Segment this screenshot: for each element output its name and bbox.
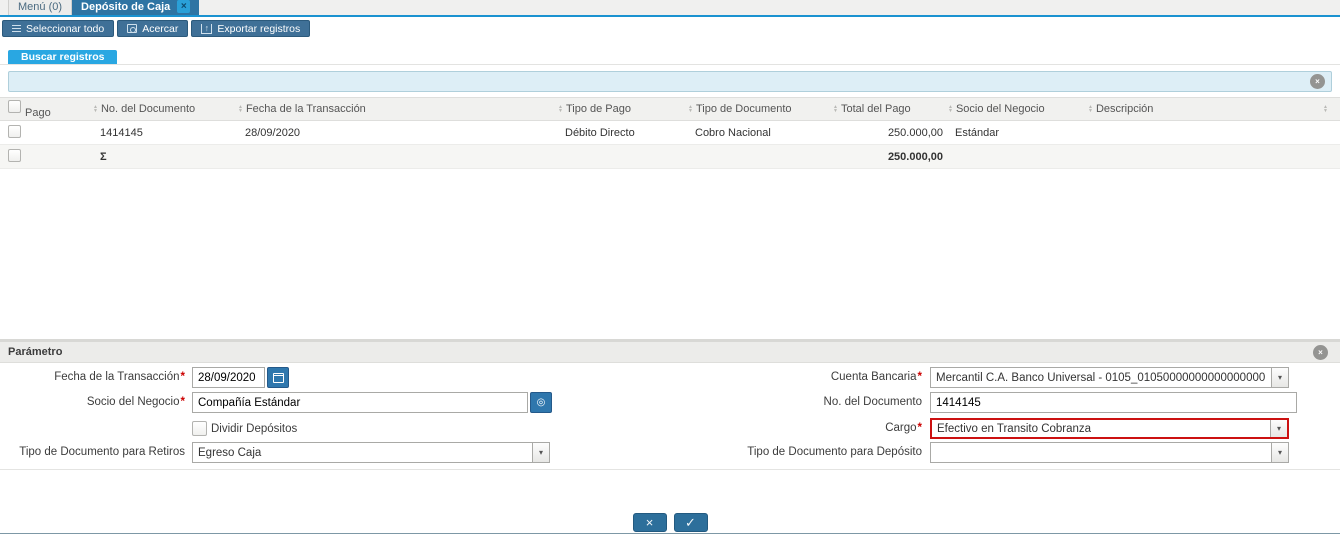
- withdrawal-doc-type-combo[interactable]: Egreso Caja ▾: [192, 442, 550, 463]
- record-icon: ◎: [536, 396, 546, 408]
- summary-sigma: Σ: [100, 150, 107, 163]
- column-pago-label: Pago: [25, 107, 51, 119]
- parameter-title: Parámetro: [8, 346, 63, 358]
- export-icon: ↑: [201, 23, 213, 34]
- results-grid: Pago ▲ ▼ No. del Documento ▲ ▼ Fecha de la…: [0, 97, 1340, 169]
- column-description: ▲ ▼ Descripción: [1088, 103, 1154, 115]
- export-records-button[interactable]: ↑ Exportar registros: [191, 20, 311, 37]
- sort-icon[interactable]: ▲ ▼: [238, 105, 243, 114]
- column-partner: ▲ ▼ Socio del Negocio: [948, 103, 1045, 115]
- summary-row: Σ 250.000,00: [0, 145, 1340, 169]
- toolbar: Seleccionar todo Acercar ↑ Exportar regi…: [2, 20, 311, 37]
- cell-total: 250.000,00: [887, 126, 943, 139]
- partner-label: Socio del Negocio*: [86, 396, 185, 408]
- doc-no-input[interactable]: [930, 392, 1297, 413]
- tab-menu[interactable]: Menú (0): [8, 0, 73, 15]
- select-all-label: Seleccionar todo: [26, 22, 105, 35]
- summary-total: 250.000,00: [887, 150, 943, 163]
- ok-button[interactable]: ✓: [673, 513, 708, 532]
- export-label: Exportar registros: [217, 22, 301, 35]
- charge-combo[interactable]: Efectivo en Transito Cobranza ▾: [930, 418, 1289, 439]
- sort-icon[interactable]: ▲ ▼: [93, 105, 98, 114]
- bank-account-label: Cuenta Bancaria*: [830, 371, 922, 383]
- bank-account-value: Mercantil C.A. Banco Universal - 0105_01…: [936, 371, 1266, 384]
- dropdown-arrow-icon[interactable]: ▾: [532, 443, 549, 462]
- dropdown-arrow-icon[interactable]: ▾: [1271, 443, 1288, 462]
- sort-icon[interactable]: ▲ ▼: [948, 105, 953, 114]
- ok-check-icon: ✓: [685, 515, 696, 530]
- collapse-panel-icon[interactable]: ×: [1313, 345, 1328, 360]
- search-box: ×: [8, 71, 1332, 92]
- calendar-icon: [272, 372, 284, 383]
- grid-header-row: Pago ▲ ▼ No. del Documento ▲ ▼ Fecha de la…: [0, 97, 1340, 121]
- parameter-panel-header: Parámetro ×: [0, 342, 1340, 363]
- sort-icon[interactable]: ▲ ▼: [558, 105, 563, 114]
- column-doc-type: ▲ ▼ Tipo de Documento: [688, 103, 792, 115]
- withdrawal-doc-type-value: Egreso Caja: [198, 446, 262, 459]
- cell-doc-no: 1414145: [100, 126, 143, 139]
- trx-date-input[interactable]: [192, 367, 265, 388]
- row-checkbox[interactable]: [8, 124, 21, 138]
- column-payment-type: ▲ ▼ Tipo de Pago: [558, 103, 631, 115]
- column-doc-no: ▲ ▼ No. del Documento: [93, 103, 196, 115]
- partner-record-button[interactable]: ◎: [530, 392, 552, 413]
- partner-input[interactable]: [192, 392, 528, 413]
- window-tabbar: Menú (0) Depósito de Caja ×: [0, 0, 1340, 17]
- confirm-bar: × ✓: [0, 513, 1340, 532]
- parameter-panel-body: Fecha de la Transacción* Cuenta Bancaria…: [0, 363, 1340, 469]
- close-tab-icon[interactable]: ×: [177, 0, 191, 13]
- split-deposits-label: Dividir Depósitos: [211, 422, 298, 435]
- clear-search-icon[interactable]: ×: [1310, 74, 1325, 89]
- trx-date-label: Fecha de la Transacción*: [54, 371, 185, 383]
- tab-buscar-registros[interactable]: Buscar registros: [8, 50, 118, 64]
- calendar-button[interactable]: [267, 367, 289, 388]
- cancel-x-icon: ×: [645, 515, 654, 530]
- column-total: ▲ ▼ Total del Pago: [833, 103, 911, 115]
- summary-row-checkbox[interactable]: [8, 148, 21, 162]
- select-all-checkbox[interactable]: [8, 100, 21, 113]
- charge-value: Efectivo en Transito Cobranza: [937, 422, 1092, 435]
- cell-trx-date: 28/09/2020: [245, 126, 301, 139]
- cell-partner: Estándar: [955, 126, 1000, 139]
- tab-deposito-label: Depósito de Caja: [81, 0, 171, 13]
- bank-account-combo[interactable]: Mercantil C.A. Banco Universal - 0105_01…: [930, 367, 1289, 388]
- dropdown-arrow-icon[interactable]: ▾: [1270, 420, 1287, 437]
- cell-doc-type: Cobro Nacional: [695, 126, 771, 139]
- table-row[interactable]: 1414145 28/09/2020 Débito Directo Cobro …: [0, 121, 1340, 145]
- column-extra: ▲ ▼: [1320, 105, 1340, 113]
- sort-icon[interactable]: ▲ ▼: [1323, 105, 1328, 113]
- deposit-doc-type-label: Tipo de Documento para Depósito: [747, 446, 922, 458]
- list-icon: [12, 24, 21, 27]
- withdrawal-doc-type-label: Tipo de Documento para Retiros: [19, 446, 185, 458]
- search-input[interactable]: [9, 72, 1331, 91]
- dropdown-arrow-icon[interactable]: ▾: [1271, 368, 1288, 387]
- deposito-de-caja-window: Menú (0) Depósito de Caja × Seleccionar …: [0, 0, 1340, 536]
- tab-deposito-de-caja[interactable]: Depósito de Caja ×: [72, 0, 200, 15]
- search-tab-label: Buscar registros: [21, 51, 105, 63]
- sort-icon[interactable]: ▲ ▼: [688, 105, 693, 114]
- select-all-button[interactable]: Seleccionar todo: [2, 20, 115, 37]
- deposit-doc-type-combo[interactable]: ▾: [930, 442, 1289, 463]
- zoom-button[interactable]: Acercar: [117, 20, 189, 37]
- zoom-label: Acercar: [142, 22, 179, 35]
- split-deposits-checkbox[interactable]: [192, 421, 207, 436]
- charge-label: Cargo*: [885, 422, 922, 434]
- zoom-window-icon: [127, 24, 138, 33]
- bottom-divider: [0, 533, 1340, 534]
- cancel-button[interactable]: ×: [632, 513, 667, 532]
- sort-icon[interactable]: ▲ ▼: [833, 105, 838, 114]
- parameter-panel: Parámetro × Fecha de la Transacción* Cue…: [0, 339, 1340, 470]
- doc-no-label: No. del Documento: [823, 396, 922, 408]
- search-tab-divider: [0, 64, 1340, 65]
- tab-menu-label: Menú (0): [18, 1, 63, 13]
- column-pago: Pago: [0, 98, 90, 120]
- column-trx-date: ▲ ▼ Fecha de la Transacción: [238, 103, 366, 115]
- cell-payment-type: Débito Directo: [565, 126, 635, 139]
- sort-icon[interactable]: ▲ ▼: [1088, 105, 1093, 114]
